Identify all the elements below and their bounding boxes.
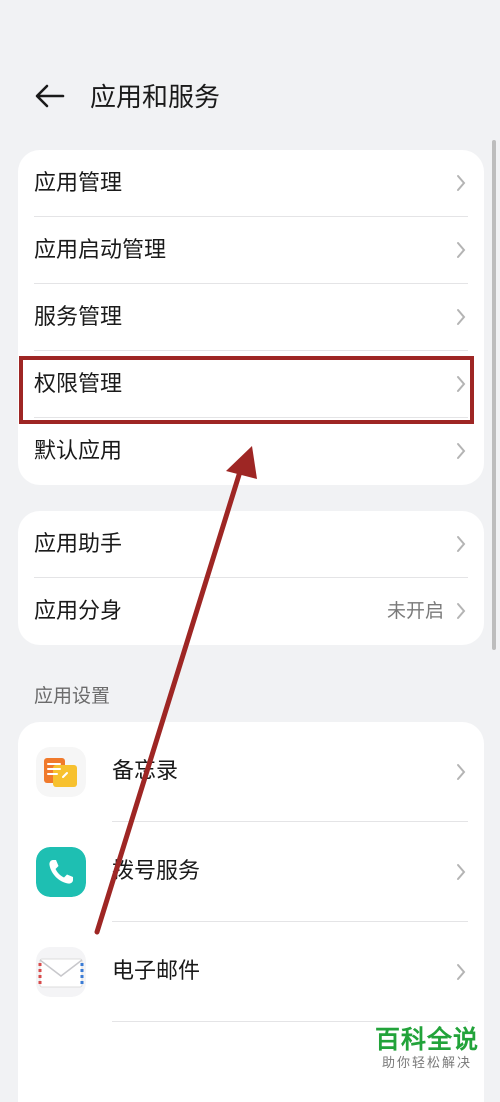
app-label: 拨号服务 (112, 859, 201, 884)
email-icon (36, 947, 86, 997)
chevron-right-icon (457, 603, 466, 619)
scrollbar[interactable] (492, 140, 496, 650)
menu-item-app-twin[interactable]: 应用分身 未开启 (18, 578, 484, 645)
menu-item-default-apps[interactable]: 默认应用 (18, 418, 484, 485)
menu-item-label: 应用管理 (34, 171, 123, 196)
highlight-box (19, 356, 474, 424)
watermark-subtitle: 助你轻松解决 (381, 1056, 472, 1071)
menu-item-label: 服务管理 (34, 305, 123, 330)
menu-item-label: 应用分身 (34, 599, 123, 624)
chevron-right-icon (457, 242, 466, 258)
app-item-email[interactable]: 电子邮件 (18, 922, 484, 1022)
phone-icon (36, 847, 86, 897)
menu-item-label: 应用启动管理 (34, 238, 167, 263)
page-title: 应用和服务 (90, 83, 221, 113)
menu-item-label: 应用助手 (34, 532, 123, 557)
section-title-app-settings: 应用设置 (34, 685, 111, 707)
status-value: 未开启 (386, 600, 444, 622)
watermark-title: 百科全说 (374, 1025, 479, 1054)
menu-item-label: 默认应用 (34, 439, 123, 464)
app-tools-card: 应用助手 应用分身 未开启 (18, 511, 484, 645)
menu-item-app-launch-management[interactable]: 应用启动管理 (18, 217, 484, 284)
watermark: 百科全说 助你轻松解决 (368, 1025, 486, 1073)
chevron-right-icon (457, 864, 466, 880)
chevron-right-icon (457, 764, 466, 780)
chevron-right-icon (457, 964, 466, 980)
app-management-card: 应用管理 应用启动管理 服务管理 权限管理 默认应用 (18, 150, 484, 485)
notepad-icon (36, 747, 86, 797)
app-item-notepad[interactable]: 备忘录 (18, 722, 484, 822)
chevron-right-icon (457, 309, 466, 325)
chevron-right-icon (457, 443, 466, 459)
chevron-right-icon (457, 175, 466, 191)
app-label: 备忘录 (112, 759, 179, 784)
menu-item-app-management[interactable]: 应用管理 (18, 150, 484, 217)
app-item-dialer[interactable]: 拨号服务 (18, 822, 484, 922)
menu-item-service-management[interactable]: 服务管理 (18, 284, 484, 351)
chevron-right-icon (457, 536, 466, 552)
top-bar: 应用和服务 (0, 62, 500, 138)
app-label: 电子邮件 (112, 959, 201, 984)
back-button[interactable] (30, 76, 70, 116)
divider (112, 1021, 468, 1022)
menu-item-app-assistant[interactable]: 应用助手 (18, 511, 484, 578)
back-arrow-icon (35, 84, 65, 108)
